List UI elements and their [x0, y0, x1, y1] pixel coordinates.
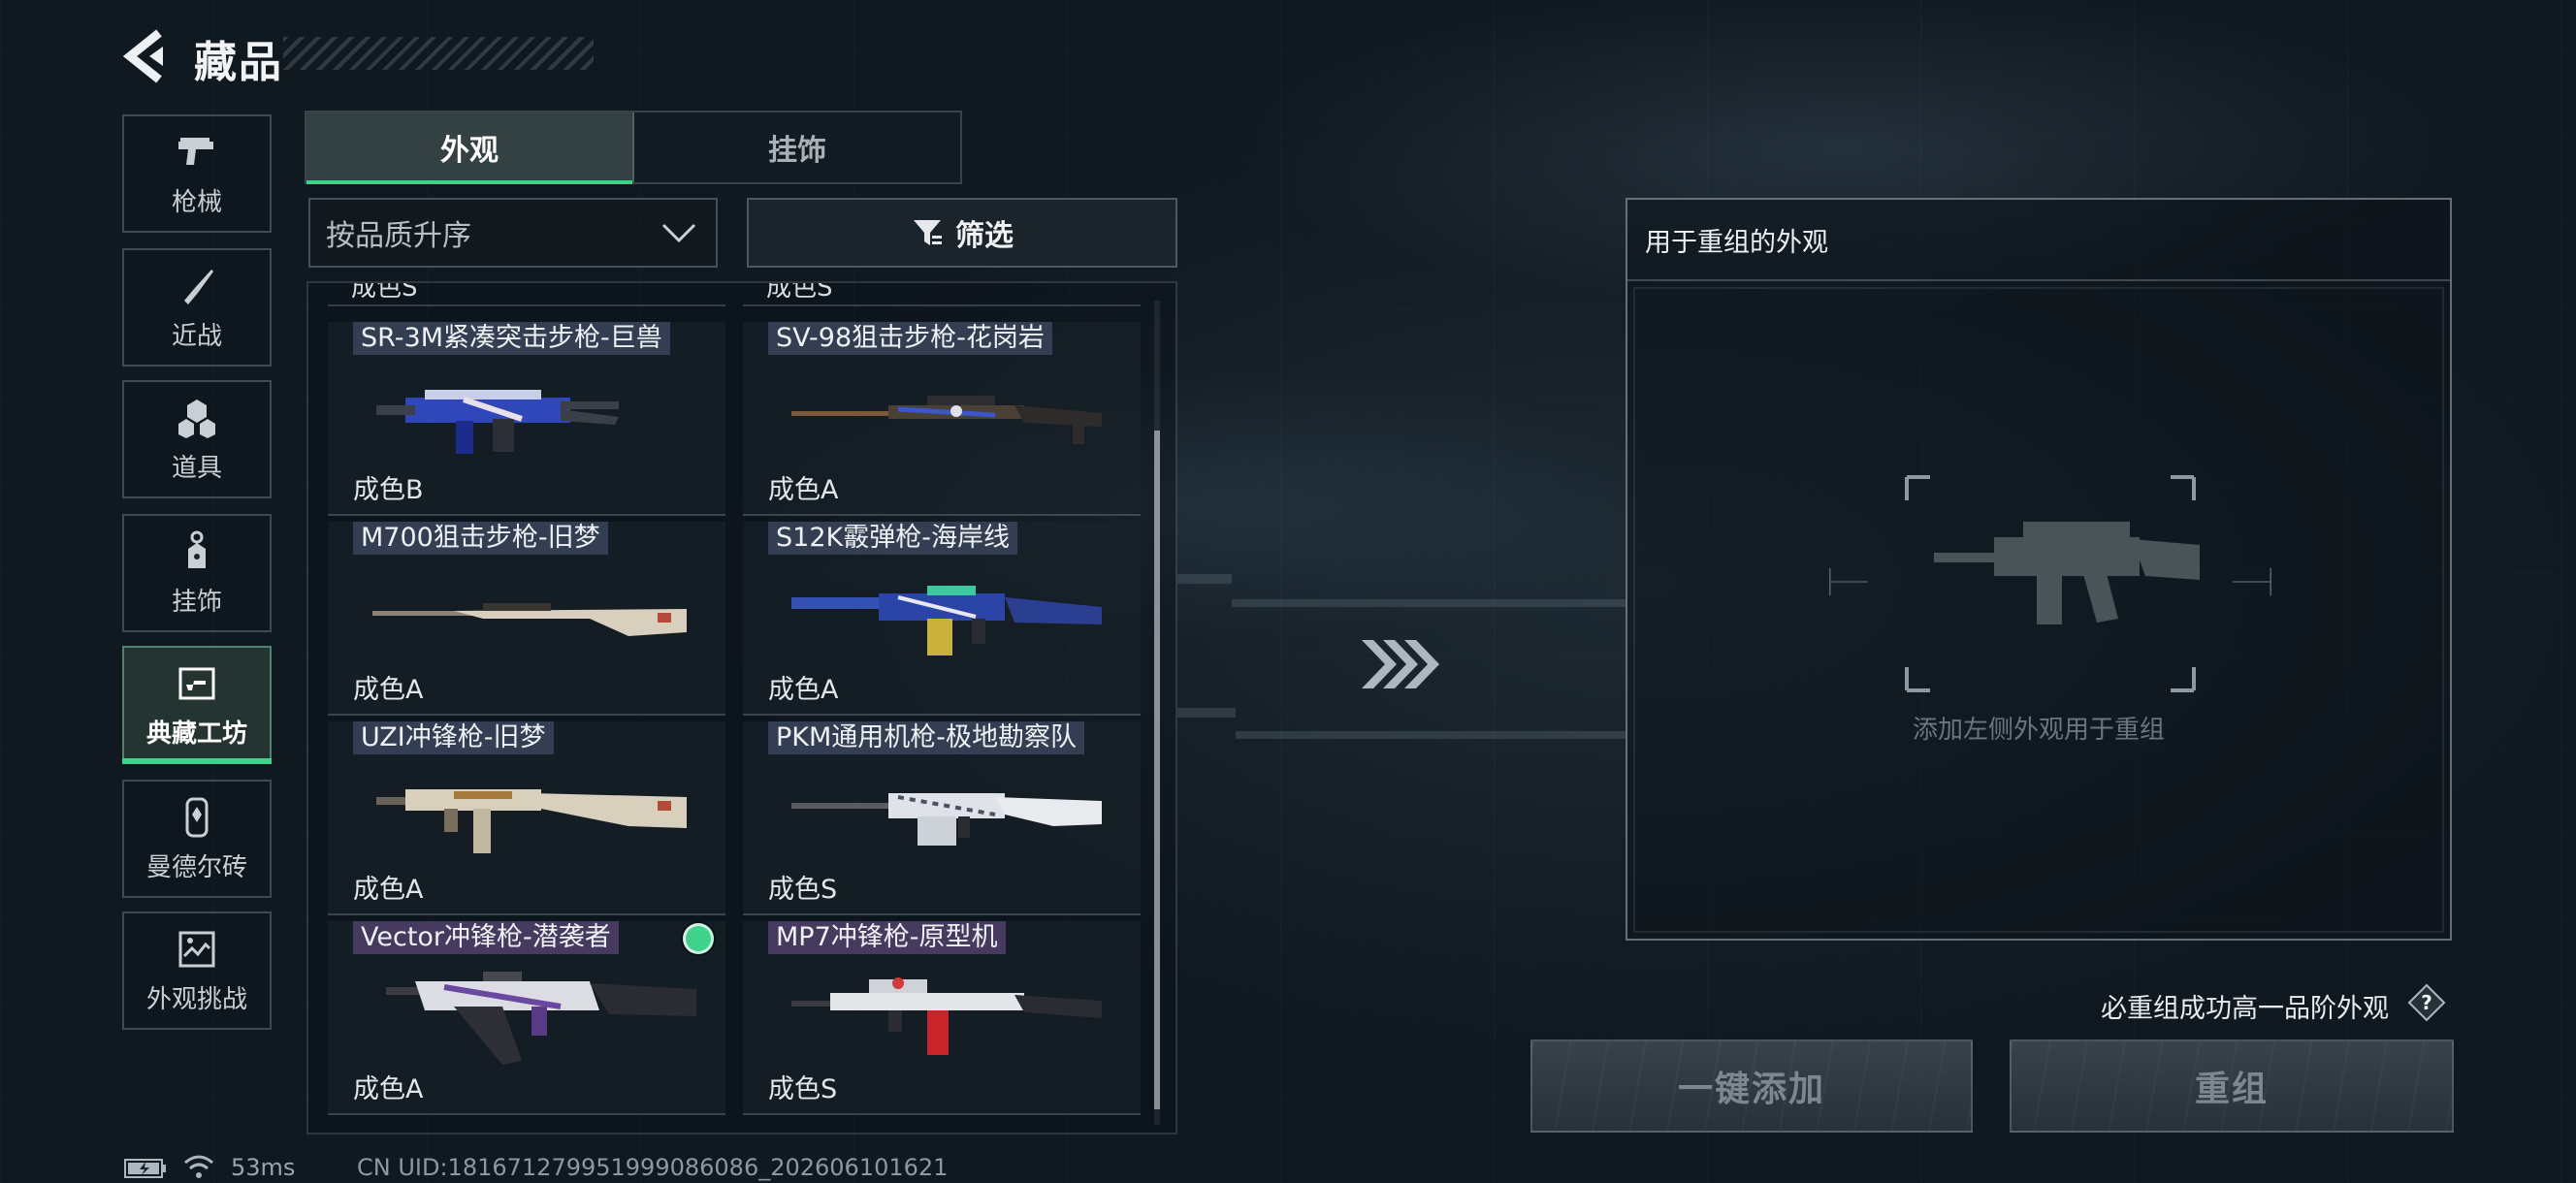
title-decoration — [283, 37, 594, 70]
empty-hint: 添加左侧外观用于重组 — [1912, 716, 2165, 745]
skin-grade: 成色B — [353, 475, 424, 505]
user-uid: CN UID:1816712799519990860​86_2026061016… — [357, 1154, 949, 1181]
recombine-panel: 用于重组的外观 添加左侧外观用于重组 — [1626, 198, 2452, 941]
filter-icon — [914, 220, 942, 245]
page-title: 藏品 — [194, 38, 283, 87]
help-icon[interactable]: ? — [2407, 983, 2446, 1022]
chevron-down-icon — [661, 223, 696, 243]
skin-grade: 成色A — [353, 1074, 424, 1104]
skin-card[interactable]: UZI冲锋枪-旧梦 成色A — [328, 721, 725, 915]
sidebar-item-mandel-brick[interactable]: 曼德尔砖 — [122, 780, 272, 898]
tab-appearance[interactable]: 外观 — [306, 112, 634, 184]
connector-line — [1177, 708, 1236, 718]
recombine-panel-title: 用于重组的外观 — [1645, 227, 1828, 258]
sidebar-item-items[interactable]: 道具 — [122, 380, 272, 498]
skin-card[interactable]: SR-3M紧凑突击步枪-巨兽 成色B — [328, 322, 725, 516]
connector-line — [1236, 731, 1626, 739]
rifle-sv98-image — [791, 396, 1102, 444]
rifle-m700-image — [372, 603, 687, 636]
skin-card[interactable]: PKM通用机枪-极地勘察队 成色S — [743, 721, 1141, 915]
skin-name: PKM通用机枪-极地勘察队 — [768, 721, 1085, 754]
rifle-sr3m-image — [376, 390, 619, 454]
filter-label: 筛选 — [955, 219, 1014, 253]
skin-card[interactable]: Vector冲锋枪-潜袭者 成色A — [328, 921, 725, 1115]
charm-icon — [175, 529, 219, 574]
connector-line — [1177, 574, 1232, 584]
smg-mp7-image — [791, 977, 1102, 1055]
smg-vector-image — [386, 972, 696, 1065]
skin-card[interactable]: M700狙击步枪-旧梦 成色A — [328, 522, 725, 716]
list-item-partial: 成色S — [328, 283, 725, 306]
skin-name: M700狙击步枪-旧梦 — [353, 522, 608, 555]
skin-grade: 成色S — [768, 875, 838, 905]
skin-name: Vector冲锋枪-潜袭者 — [353, 921, 619, 954]
smg-uzi-image — [376, 789, 687, 853]
sort-value: 按品质升序 — [326, 219, 471, 253]
sort-dropdown[interactable]: 按品质升序 — [308, 198, 718, 268]
sidebar-item-charms[interactable]: 挂饰 — [122, 514, 272, 632]
empty-weapon-slot-icon — [1829, 475, 2271, 692]
sidebar-item-appearance-challenge[interactable]: 外观挑战 — [122, 911, 272, 1030]
tab-bar: 外观 挂饰 — [305, 111, 962, 184]
sidebar-item-guns[interactable]: 枪械 — [122, 114, 272, 233]
knife-icon — [175, 264, 219, 308]
sidebar-item-label: 外观挑战 — [145, 984, 247, 1014]
skin-name: SV-98狙击步枪-花岗岩 — [768, 322, 1052, 355]
challenge-icon — [175, 927, 219, 972]
guarantee-text: 必重组成功高一品阶外观 — [2101, 994, 2389, 1024]
recombine-button[interactable]: 重组 — [2010, 1039, 2454, 1133]
sidebar-item-label: 近战 — [171, 321, 222, 351]
skin-grade: 成色A — [353, 675, 424, 705]
filter-button[interactable]: 筛选 — [747, 198, 1177, 268]
skin-card[interactable]: MP7冲锋枪-原型机 成色S — [743, 921, 1141, 1115]
back-arrow-icon[interactable] — [120, 29, 171, 83]
sidebar-item-workshop[interactable]: 典藏工坊 — [122, 646, 272, 764]
recombine-panel-header: 用于重组的外观 — [1627, 200, 2450, 281]
sidebar-item-label: 挂饰 — [171, 587, 222, 617]
skin-grade: 成色A — [768, 475, 839, 505]
ping-value: 53ms — [231, 1154, 296, 1181]
one-key-add-label: 一键添加 — [1677, 1070, 1825, 1109]
skin-card[interactable]: SV-98狙击步枪-花岗岩 成色A — [743, 322, 1141, 516]
grenade-icon — [175, 396, 219, 440]
forward-arrows-icon — [1362, 640, 1439, 688]
svg-text:?: ? — [2421, 991, 2432, 1014]
skin-card[interactable]: S12K霰弹枪-海岸线 成色A — [743, 522, 1141, 716]
skin-name: MP7冲锋枪-原型机 — [768, 921, 1006, 954]
sidebar-item-label: 枪械 — [171, 187, 222, 217]
battery-icon — [124, 1159, 166, 1178]
pistol-icon — [175, 130, 219, 175]
mg-pkm-image — [791, 793, 1102, 846]
brick-icon — [175, 795, 219, 840]
skin-name: UZI冲锋枪-旧梦 — [353, 721, 554, 754]
sidebar-item-label: 典藏工坊 — [145, 719, 247, 749]
sidebar-item-label: 道具 — [171, 453, 222, 483]
wifi-icon — [184, 1155, 213, 1178]
list-item-partial: 成色S — [743, 283, 1141, 306]
recombine-label: 重组 — [2194, 1070, 2269, 1109]
list-scrollbar-thumb[interactable] — [1154, 431, 1160, 1109]
selected-indicator — [683, 923, 714, 954]
workshop-icon — [175, 661, 219, 706]
tab-charms[interactable]: 挂饰 — [634, 112, 960, 182]
skin-name: S12K霰弹枪-海岸线 — [768, 522, 1017, 555]
sidebar-item-melee[interactable]: 近战 — [122, 248, 272, 367]
sidebar-item-label: 曼德尔砖 — [145, 852, 247, 882]
shotgun-s12k-image — [791, 586, 1102, 655]
skin-grade: 成色A — [353, 875, 424, 905]
skin-name: SR-3M紧凑突击步枪-巨兽 — [353, 322, 670, 355]
skin-list[interactable]: 成色S 成色S SR-3M紧凑突击步枪-巨兽 成色B SV-98狙击步枪-花岗岩… — [306, 281, 1177, 1135]
one-key-add-button[interactable]: 一键添加 — [1530, 1039, 1973, 1133]
connector-line — [1232, 599, 1626, 607]
skin-grade: 成色A — [768, 675, 839, 705]
skin-grade: 成色S — [768, 1074, 838, 1104]
